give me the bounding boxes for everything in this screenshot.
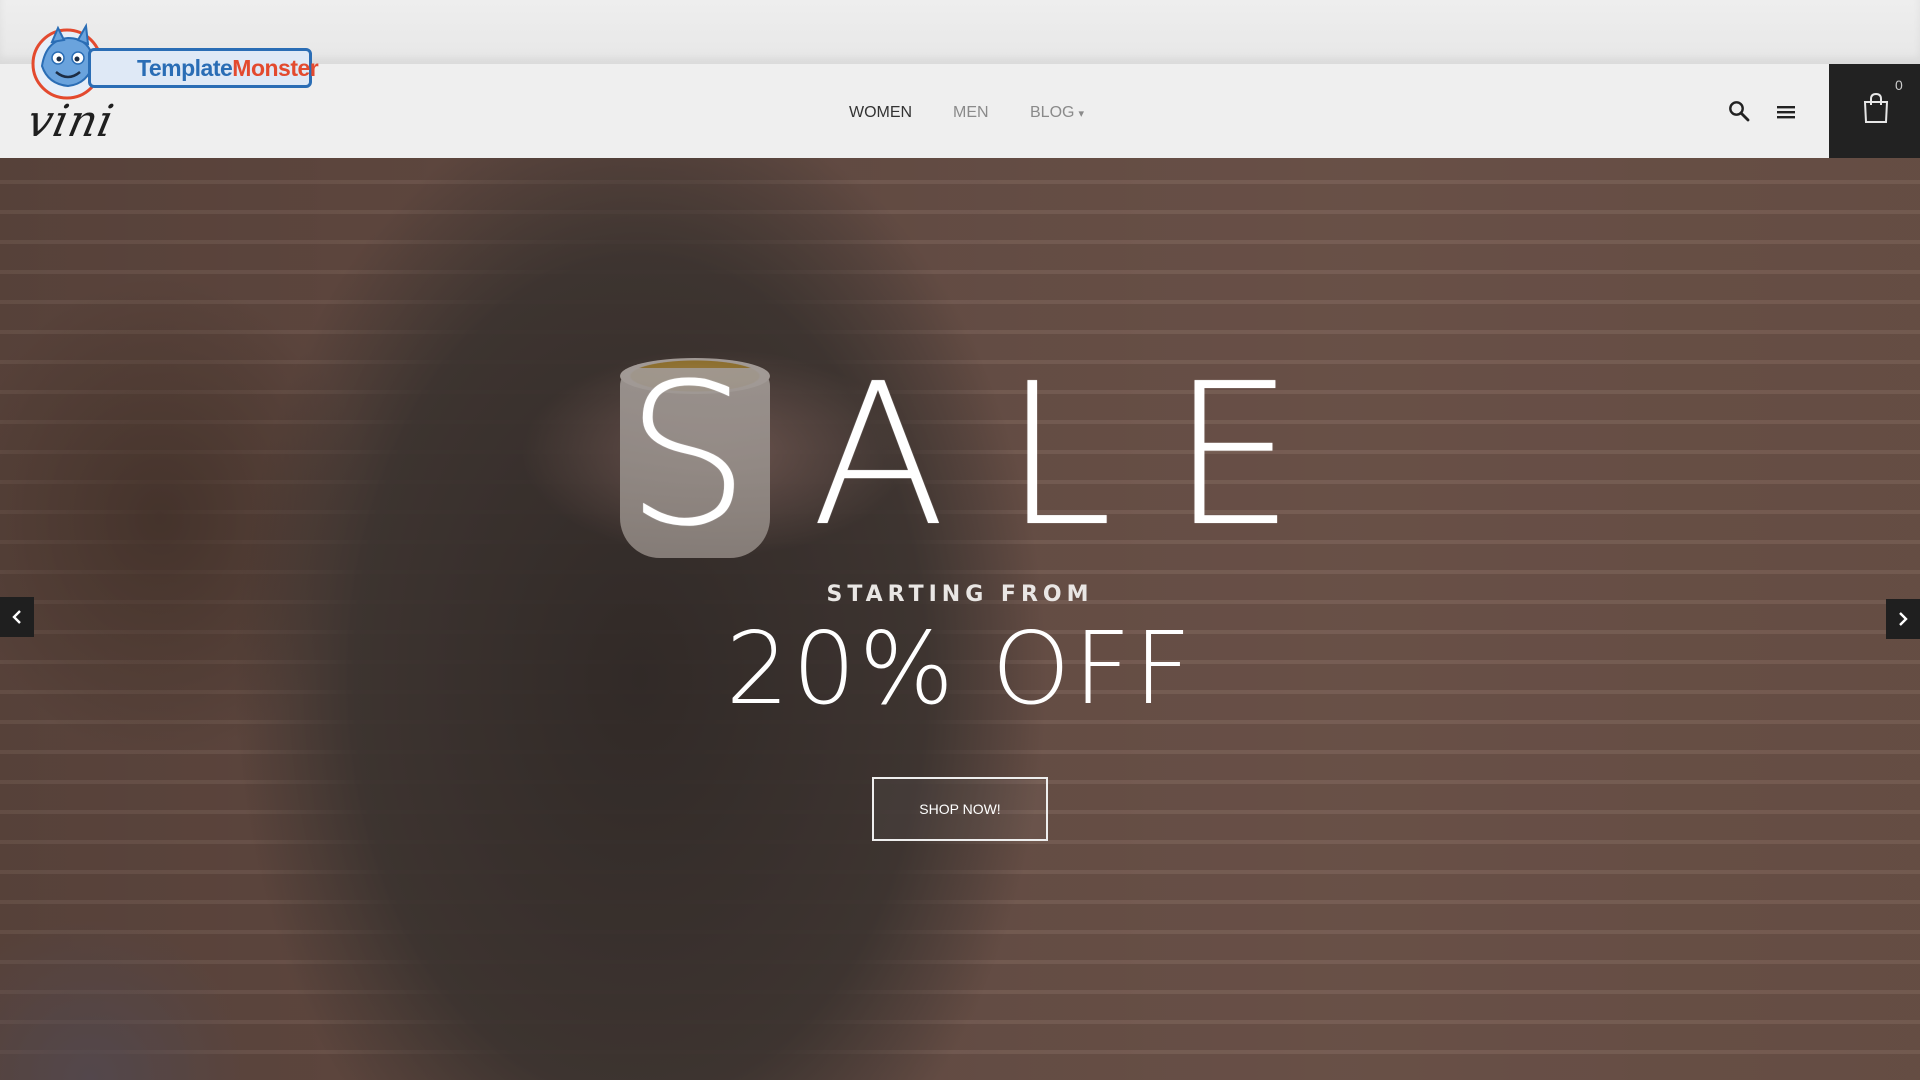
hero-discount: 20% OFF: [725, 610, 1195, 727]
template-monster-label: Template Monster: [88, 48, 319, 88]
cart-button[interactable]: 0: [1829, 64, 1920, 158]
cart-count-badge: 0: [1895, 77, 1903, 93]
tm-brand-part2: Monster: [232, 54, 319, 81]
chevron-down-icon: ▾: [1078, 108, 1084, 120]
nav-item-blog-label: BLOG: [1030, 104, 1075, 121]
nav-item-men[interactable]: MEN: [953, 104, 989, 122]
tm-brand-part1: Template: [137, 54, 233, 81]
hero-slider: SALE STARTING FROM 20% OFF SHOP NOW!: [0, 158, 1920, 1080]
site-logo[interactable]: vini: [23, 96, 119, 147]
slider-next-button[interactable]: [1886, 599, 1920, 639]
template-monster-badge[interactable]: Template Monster: [28, 22, 319, 102]
shop-now-button[interactable]: SHOP NOW!: [872, 777, 1048, 841]
nav-item-blog[interactable]: BLOG ▾: [1030, 104, 1084, 122]
search-icon[interactable]: [1728, 100, 1750, 122]
menu-icon[interactable]: [1776, 103, 1796, 121]
hero-subtitle: STARTING FROM: [826, 582, 1094, 607]
nav-item-women[interactable]: WOMEN: [849, 104, 912, 122]
hero-title: SALE: [625, 342, 1353, 570]
chevron-left-icon: [12, 610, 21, 624]
chevron-right-icon: [1899, 612, 1908, 626]
shopping-bag-icon: [1863, 92, 1889, 123]
slider-prev-button[interactable]: [0, 597, 34, 637]
